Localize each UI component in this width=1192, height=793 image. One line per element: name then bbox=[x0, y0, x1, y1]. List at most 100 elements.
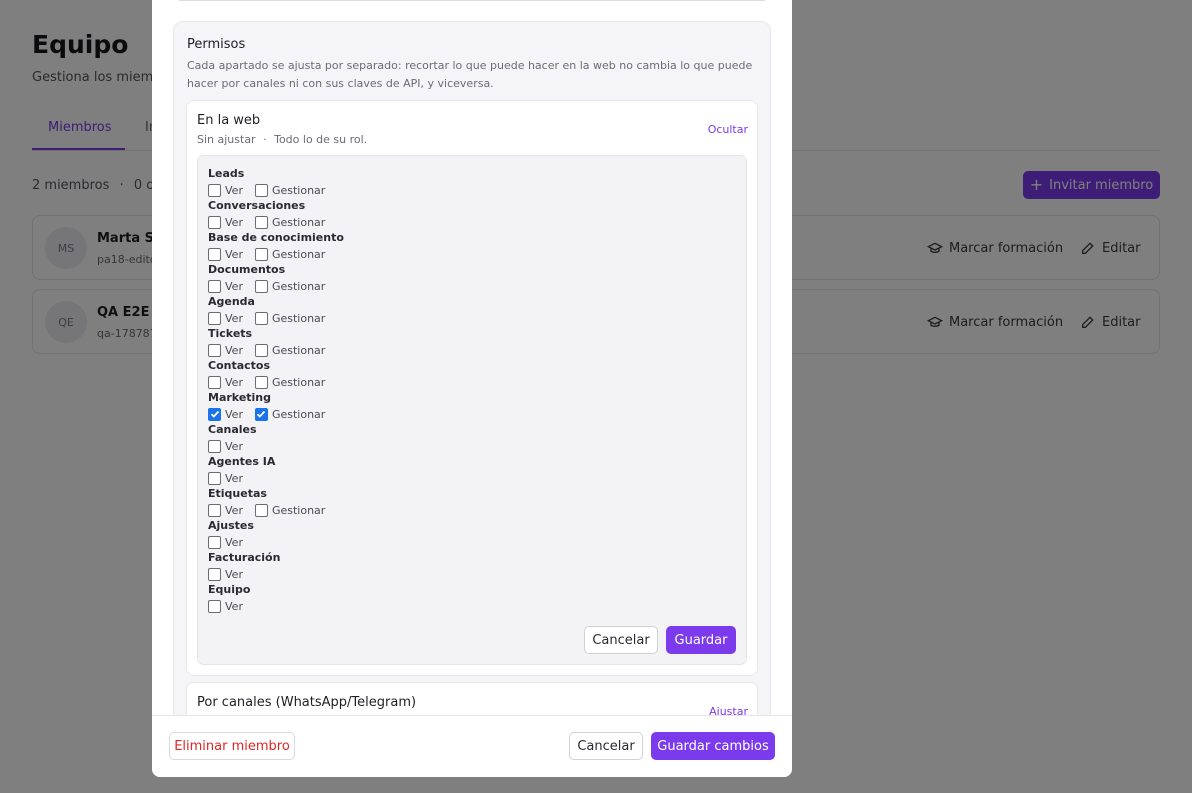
permission-options: Ver Gestionar bbox=[208, 502, 344, 518]
permission-group: Marketing Ver Gestionar bbox=[208, 390, 344, 422]
manage-option[interactable]: Gestionar bbox=[254, 279, 325, 293]
manage-checkbox[interactable] bbox=[254, 503, 268, 517]
permission-options: Ver Gestionar bbox=[208, 246, 344, 262]
view-option[interactable]: Ver bbox=[208, 567, 243, 581]
view-label: Ver bbox=[225, 215, 243, 229]
permission-options: Ver Gestionar bbox=[208, 182, 344, 198]
view-checkbox[interactable] bbox=[208, 279, 221, 293]
view-option[interactable]: Ver bbox=[208, 535, 243, 549]
permission-group-name: Canales bbox=[208, 423, 257, 436]
permission-options: Ver bbox=[208, 438, 344, 454]
permission-group-name: Contactos bbox=[208, 359, 271, 372]
view-option[interactable]: Ver bbox=[208, 183, 243, 197]
divider bbox=[179, 0, 765, 1]
manage-checkbox[interactable] bbox=[254, 183, 268, 197]
permission-group-name: Agentes IA bbox=[208, 455, 276, 468]
view-checkbox[interactable] bbox=[208, 343, 221, 357]
view-checkbox[interactable] bbox=[208, 311, 221, 325]
permission-group: Canales Ver bbox=[208, 422, 344, 454]
view-label: Ver bbox=[225, 311, 243, 325]
view-checkbox[interactable] bbox=[208, 375, 221, 389]
web-permissions-title: En la web bbox=[197, 113, 261, 128]
view-option[interactable]: Ver bbox=[208, 247, 243, 261]
view-option[interactable]: Ver bbox=[208, 279, 243, 293]
edit-member-dialog: Permisos Cada apartado se ajusta por sep… bbox=[152, 0, 792, 777]
manage-option[interactable]: Gestionar bbox=[254, 375, 325, 389]
dialog-scroll-area[interactable]: Permisos Cada apartado se ajusta por sep… bbox=[152, 0, 792, 715]
permission-group: Tickets Ver Gestionar bbox=[208, 326, 344, 358]
view-label: Ver bbox=[225, 439, 243, 453]
view-label: Ver bbox=[225, 343, 243, 357]
permission-groups: Leads Ver Gestionar Conversaciones Ver Gestio… bbox=[208, 166, 344, 614]
permission-options: Ver bbox=[208, 598, 344, 614]
view-label: Ver bbox=[225, 183, 243, 197]
view-option[interactable]: Ver bbox=[208, 503, 243, 517]
manage-checkbox[interactable] bbox=[254, 343, 268, 357]
permission-group-name: Conversaciones bbox=[208, 199, 306, 212]
permission-group: Ajustes Ver bbox=[208, 518, 344, 550]
web-permissions-panel: Leads Ver Gestionar Conversaciones Ver Gestio… bbox=[197, 155, 747, 665]
permission-group: Leads Ver Gestionar bbox=[208, 166, 344, 198]
view-option[interactable]: Ver bbox=[208, 599, 243, 613]
permission-group: Equipo Ver bbox=[208, 582, 344, 614]
view-option[interactable]: Ver bbox=[208, 343, 243, 357]
permissions-title: Permisos bbox=[187, 37, 246, 52]
view-checkbox[interactable] bbox=[208, 535, 221, 549]
adjust-channel-permissions-link[interactable]: Ajustar bbox=[709, 705, 748, 715]
view-option[interactable]: Ver bbox=[208, 407, 243, 421]
manage-checkbox[interactable] bbox=[254, 311, 268, 325]
view-checkbox[interactable] bbox=[208, 215, 221, 229]
permission-group: Facturación Ver bbox=[208, 550, 344, 582]
manage-option[interactable]: Gestionar bbox=[254, 311, 325, 325]
permission-options: Ver bbox=[208, 470, 344, 486]
view-checkbox[interactable] bbox=[208, 599, 221, 613]
permission-group-name: Leads bbox=[208, 167, 245, 180]
manage-option[interactable]: Gestionar bbox=[254, 215, 326, 229]
view-checkbox[interactable] bbox=[208, 407, 221, 421]
permission-group-name: Facturación bbox=[208, 551, 281, 564]
view-checkbox[interactable] bbox=[208, 503, 221, 517]
permission-group-name: Marketing bbox=[208, 391, 272, 404]
manage-option[interactable]: Gestionar bbox=[254, 407, 326, 421]
view-checkbox[interactable] bbox=[208, 567, 221, 581]
manage-label: Gestionar bbox=[271, 215, 326, 229]
view-checkbox[interactable] bbox=[208, 183, 221, 197]
permission-options: Ver Gestionar bbox=[208, 406, 344, 422]
permission-group-name: Base de conocimiento bbox=[208, 231, 344, 244]
permission-options: Ver Gestionar bbox=[208, 342, 344, 358]
delete-member-button[interactable]: Eliminar miembro bbox=[169, 732, 295, 760]
manage-option[interactable]: Gestionar bbox=[254, 183, 325, 197]
permission-group: Etiquetas Ver Gestionar bbox=[208, 486, 344, 518]
manage-checkbox[interactable] bbox=[254, 407, 268, 421]
manage-checkbox[interactable] bbox=[254, 375, 268, 389]
cancel-web-permissions-button[interactable]: Cancelar bbox=[584, 626, 658, 654]
dialog-footer: Eliminar miembro Cancelar Guardar cambio… bbox=[152, 715, 792, 777]
view-option[interactable]: Ver bbox=[208, 375, 243, 389]
view-option[interactable]: Ver bbox=[208, 439, 243, 453]
hide-web-permissions-link[interactable]: Ocultar bbox=[708, 123, 748, 136]
channel-permissions-box: Por canales (WhatsApp/Telegram) Ajustar bbox=[186, 682, 758, 715]
manage-option[interactable]: Gestionar bbox=[254, 503, 325, 517]
manage-label: Gestionar bbox=[271, 247, 326, 261]
manage-option[interactable]: Gestionar bbox=[254, 247, 326, 261]
permission-group-name: Documentos bbox=[208, 263, 286, 276]
manage-checkbox[interactable] bbox=[254, 215, 268, 229]
view-checkbox[interactable] bbox=[208, 471, 221, 485]
permission-options: Ver Gestionar bbox=[208, 374, 344, 390]
save-web-permissions-button[interactable]: Guardar bbox=[666, 626, 736, 654]
view-option[interactable]: Ver bbox=[208, 471, 243, 485]
cancel-button[interactable]: Cancelar bbox=[569, 732, 643, 760]
view-option[interactable]: Ver bbox=[208, 311, 243, 325]
view-label: Ver bbox=[225, 407, 243, 421]
manage-label: Gestionar bbox=[271, 407, 326, 421]
view-label: Ver bbox=[225, 247, 243, 261]
view-label: Ver bbox=[225, 567, 243, 581]
view-checkbox[interactable] bbox=[208, 247, 221, 261]
manage-checkbox[interactable] bbox=[254, 247, 268, 261]
permission-group: Base de conocimiento Ver Gestionar bbox=[208, 230, 344, 262]
manage-option[interactable]: Gestionar bbox=[254, 343, 325, 357]
save-changes-button[interactable]: Guardar cambios bbox=[651, 732, 775, 760]
manage-checkbox[interactable] bbox=[254, 279, 268, 293]
view-checkbox[interactable] bbox=[208, 439, 221, 453]
view-option[interactable]: Ver bbox=[208, 215, 243, 229]
